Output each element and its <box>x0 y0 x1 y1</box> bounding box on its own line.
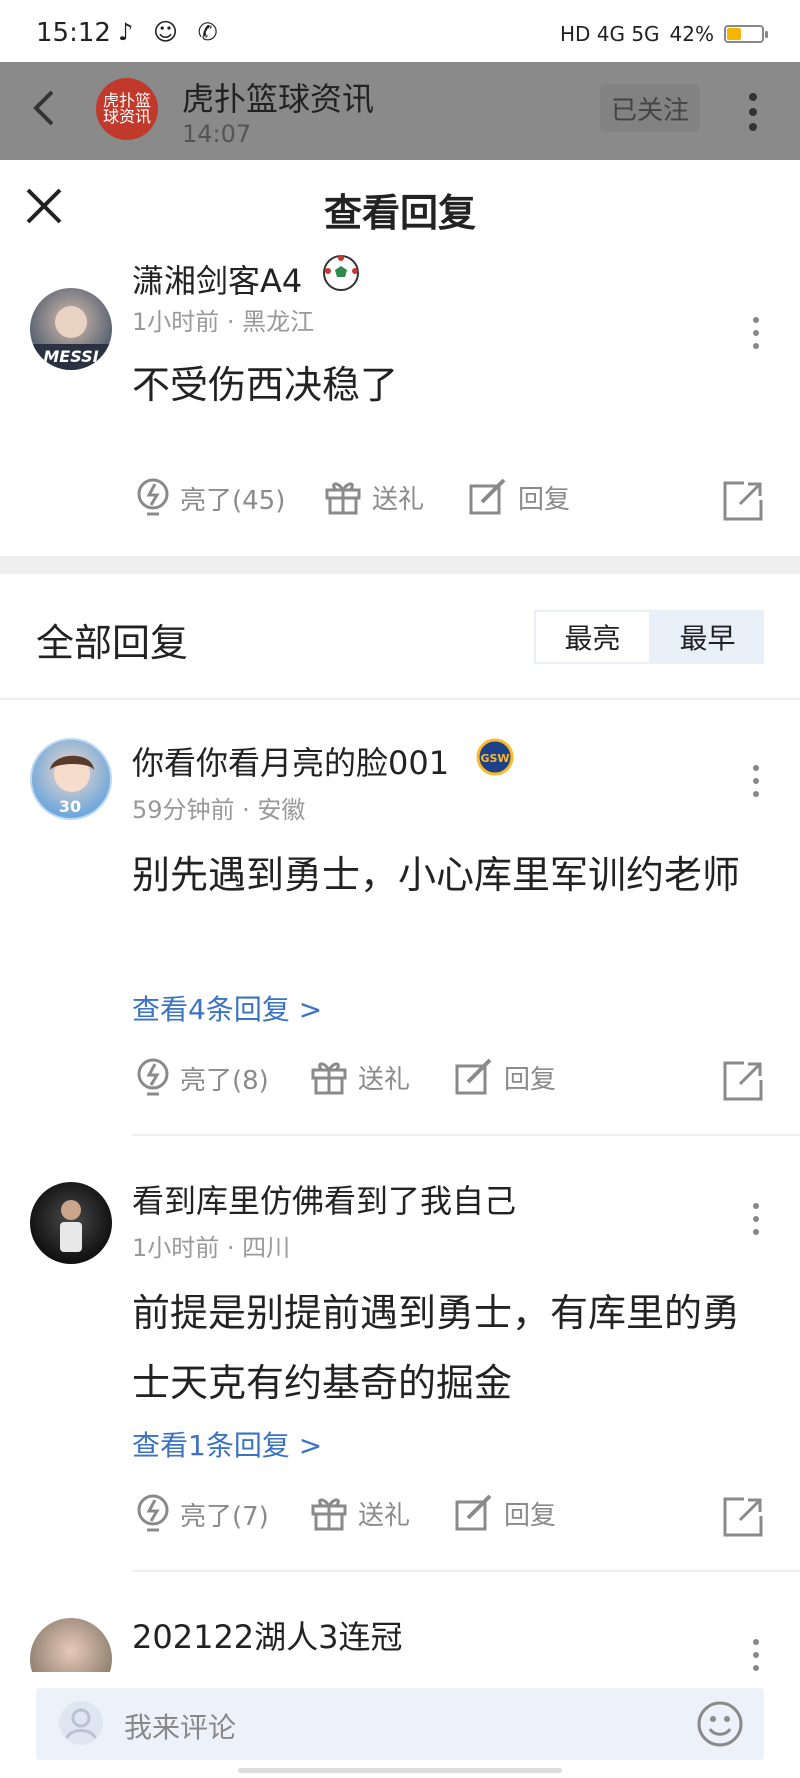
light-button[interactable]: 亮了(45) <box>136 478 285 518</box>
battery-fill <box>727 28 741 40</box>
lightbulb-icon <box>137 478 169 516</box>
account-title: 虎扑篮球资讯 <box>182 80 375 118</box>
account-logo[interactable]: 虎扑篮球资讯 <box>96 78 158 140</box>
section-line <box>0 698 800 700</box>
share-icon[interactable] <box>722 480 764 522</box>
comment-text: 不受伤西决稳了 <box>132 363 399 407</box>
reply-meta: 1小时前 · 四川 <box>132 1234 291 1262</box>
sort-toggle: 最亮 最早 <box>534 610 764 664</box>
all-replies-title: 全部回复 <box>36 621 189 665</box>
gift-icon <box>311 1062 347 1095</box>
more-vertical-icon[interactable] <box>748 92 758 132</box>
gift-label: 送礼 <box>358 1064 411 1095</box>
comment-actions: 亮了(45) 送礼 回复 <box>132 478 772 524</box>
section-divider <box>0 556 800 574</box>
follow-button[interactable]: 已关注 <box>600 84 700 132</box>
light-button[interactable]: 亮了(8) <box>136 1058 269 1098</box>
background-header: 虎扑篮球资讯 虎扑篮球资讯 14:07 已关注 <box>0 62 800 160</box>
comment-placeholder: 我来评论 <box>124 1711 237 1744</box>
emoji-icon[interactable] <box>696 1700 744 1748</box>
avatar-image-icon <box>60 1200 82 1252</box>
battery-icon <box>724 25 768 43</box>
soccer-ball-badge-icon <box>323 255 359 291</box>
gift-label: 送礼 <box>372 484 425 515</box>
status-bar: 15:12 ♪ ☺ ✆ HD 4G 5G 42% <box>0 0 800 62</box>
reply-divider <box>132 1570 800 1572</box>
more-options-icon[interactable] <box>752 316 760 350</box>
reply-label: 回复 <box>504 1500 557 1531</box>
reply-button[interactable]: 回复 <box>454 1494 556 1532</box>
lightbulb-icon <box>137 1058 169 1096</box>
notification-icons: ♪ ☺ ✆ <box>118 18 224 46</box>
gift-button[interactable]: 送礼 <box>324 478 424 516</box>
gift-label: 送礼 <box>358 1500 411 1531</box>
reply-button[interactable]: 回复 <box>468 478 570 516</box>
reply-label: 回复 <box>518 484 571 515</box>
avatar-text: MESSI <box>43 347 98 366</box>
share-icon[interactable] <box>722 1496 764 1538</box>
reply-divider <box>132 1134 800 1136</box>
more-options-icon[interactable] <box>752 1202 760 1236</box>
share-icon[interactable] <box>722 1060 764 1102</box>
light-button[interactable]: 亮了(7) <box>136 1494 269 1534</box>
avatar-number: 30 <box>59 797 81 816</box>
reply-meta: 59分钟前 · 安徽 <box>132 796 306 824</box>
view-replies-link[interactable]: 查看4条回复 > <box>132 988 322 1028</box>
team-badge-text: GSW <box>480 752 509 765</box>
reply-username[interactable]: 看到库里仿佛看到了我自己 <box>132 1176 516 1222</box>
battery-text: 42% <box>669 22 714 46</box>
reply-sheet: 查看回复 MESSI 潇湘剑客A4 1小时前 · 黑龙江 不受伤西决稳了 亮了(… <box>0 160 800 1778</box>
edit-icon <box>469 478 506 515</box>
avatar[interactable]: MESSI <box>30 288 112 370</box>
reply-text: 前提是别提前遇到勇士，有库里的勇士天克有约基奇的掘金 <box>132 1291 741 1405</box>
logo-text: 虎扑篮球资讯 <box>102 91 151 126</box>
reply-username[interactable]: 你看你看月亮的脸001 <box>132 738 449 784</box>
reply-button[interactable]: 回复 <box>454 1058 556 1096</box>
more-options-icon[interactable] <box>752 1638 760 1672</box>
status-right: HD 4G 5G 42% <box>559 22 768 46</box>
reply-text: 别先遇到勇士，小心库里军训约老师 <box>132 853 741 897</box>
more-options-icon[interactable] <box>752 764 760 798</box>
avatar[interactable] <box>30 1182 112 1264</box>
avatar-image-icon: 30 <box>50 755 94 816</box>
avatar[interactable]: 30 <box>30 738 112 820</box>
gift-icon <box>311 1498 347 1531</box>
sort-option-brightest[interactable]: 最亮 <box>536 612 649 662</box>
team-badge-icon: GSW <box>476 738 514 776</box>
account-time: 14:07 <box>182 120 252 148</box>
back-arrow-icon[interactable] <box>30 88 58 128</box>
gift-button[interactable]: 送礼 <box>310 1058 410 1096</box>
edit-icon <box>455 1058 492 1095</box>
reply-actions: 亮了(8) 送礼 回复 <box>132 1058 772 1104</box>
user-icon <box>59 1701 103 1745</box>
edit-icon <box>455 1494 492 1531</box>
reply-label: 回复 <box>504 1064 557 1095</box>
avatar-image-icon: MESSI <box>30 306 112 370</box>
comment-username[interactable]: 潇湘剑客A4 <box>132 256 302 302</box>
light-count: 亮了(8) <box>180 1065 269 1096</box>
lightbulb-icon <box>137 1494 169 1532</box>
network-indicator: HD 4G 5G <box>559 22 660 46</box>
comment-input-bar: 我来评论 <box>0 1672 800 1778</box>
gift-button[interactable]: 送礼 <box>310 1494 410 1532</box>
comment-meta: 1小时前 · 黑龙江 <box>132 308 315 336</box>
comment-input[interactable]: 我来评论 <box>36 1688 764 1760</box>
sheet-title: 查看回复 <box>323 191 476 235</box>
status-time: 15:12 <box>36 18 111 48</box>
gift-icon <box>325 482 361 515</box>
sort-option-earliest[interactable]: 最早 <box>651 610 764 664</box>
home-indicator[interactable] <box>238 1768 562 1773</box>
light-count: 亮了(45) <box>180 485 286 516</box>
reply-actions: 亮了(7) 送礼 回复 <box>132 1494 772 1540</box>
light-count: 亮了(7) <box>180 1501 269 1532</box>
view-replies-link[interactable]: 查看1条回复 > <box>132 1424 322 1464</box>
reply-username[interactable]: 202122湖人3连冠 <box>132 1612 403 1658</box>
